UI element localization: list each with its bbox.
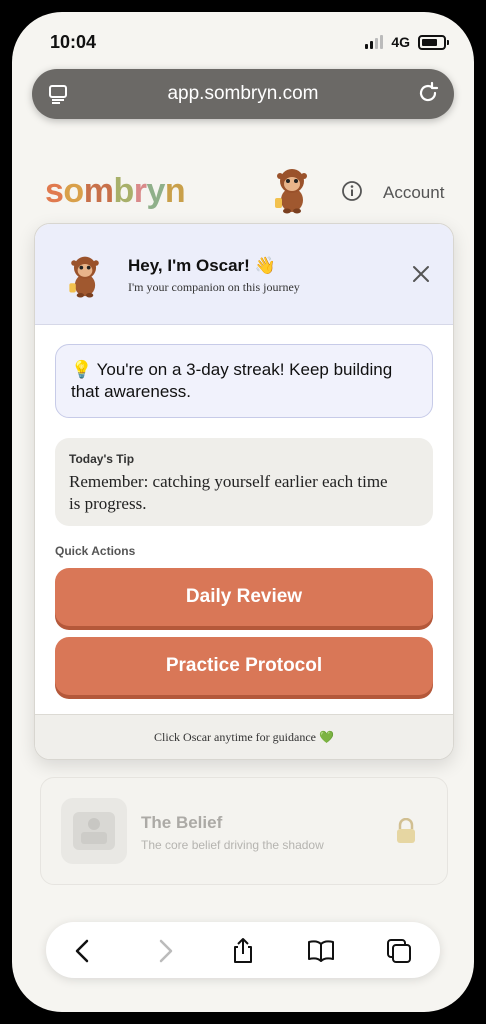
todays-tip-card: Today's Tip Remember: catching yourself … <box>55 438 433 526</box>
locked-module-card[interactable]: The Belief The core belief driving the s… <box>40 777 448 885</box>
streak-banner: 💡 You're on a 3-day streak! Keep buildin… <box>55 344 433 418</box>
status-time: 10:04 <box>50 32 97 52</box>
url-text[interactable]: app.sombryn.com <box>32 83 454 105</box>
module-title: The Belief <box>141 813 223 832</box>
oscar-companion-panel: Hey, I'm Oscar! 👋 I'm your companion on … <box>34 223 454 760</box>
quick-actions-label: Quick Actions <box>55 544 136 558</box>
tip-text: Remember: catching yourself earlier each… <box>69 472 388 513</box>
share-icon[interactable] <box>228 936 258 966</box>
lock-icon <box>395 817 417 849</box>
panel-header: Hey, I'm Oscar! 👋 I'm your companion on … <box>35 224 453 325</box>
oscar-mascot-icon[interactable] <box>272 164 312 219</box>
info-icon[interactable] <box>341 180 363 207</box>
close-icon[interactable] <box>411 264 431 284</box>
phone-screen: 10:04 4G app.sombryn.com sombryn Account… <box>12 12 474 1012</box>
network-type: 4G <box>391 34 410 50</box>
battery-icon <box>418 34 449 50</box>
module-subtitle: The core belief driving the shadow <box>141 838 324 852</box>
module-thumbnail <box>61 798 127 864</box>
bookmarks-icon[interactable] <box>306 936 336 966</box>
browser-toolbar <box>46 922 440 978</box>
back-icon[interactable] <box>68 936 98 966</box>
status-bar: 10:04 4G <box>12 12 474 72</box>
address-bar[interactable]: app.sombryn.com <box>32 69 454 119</box>
streak-text: 💡 You're on a 3-day streak! Keep buildin… <box>71 360 393 401</box>
tabs-icon[interactable] <box>384 936 414 966</box>
daily-review-button[interactable]: Daily Review <box>55 568 433 626</box>
panel-footer: Click Oscar anytime for guidance 💚 <box>35 714 453 759</box>
signal-icon <box>365 35 384 49</box>
companion-title: Hey, I'm Oscar! 👋 <box>128 256 276 275</box>
tip-label: Today's Tip <box>69 452 135 466</box>
account-link[interactable]: Account <box>383 183 444 203</box>
forward-icon[interactable] <box>150 936 180 966</box>
practice-protocol-button[interactable]: Practice Protocol <box>55 637 433 695</box>
oscar-avatar-icon <box>65 252 105 303</box>
sombryn-logo[interactable]: sombryn <box>45 172 186 211</box>
reload-icon[interactable] <box>416 81 440 110</box>
status-icons: 4G <box>365 34 449 50</box>
companion-subtitle: I'm your companion on this journey <box>128 280 300 294</box>
